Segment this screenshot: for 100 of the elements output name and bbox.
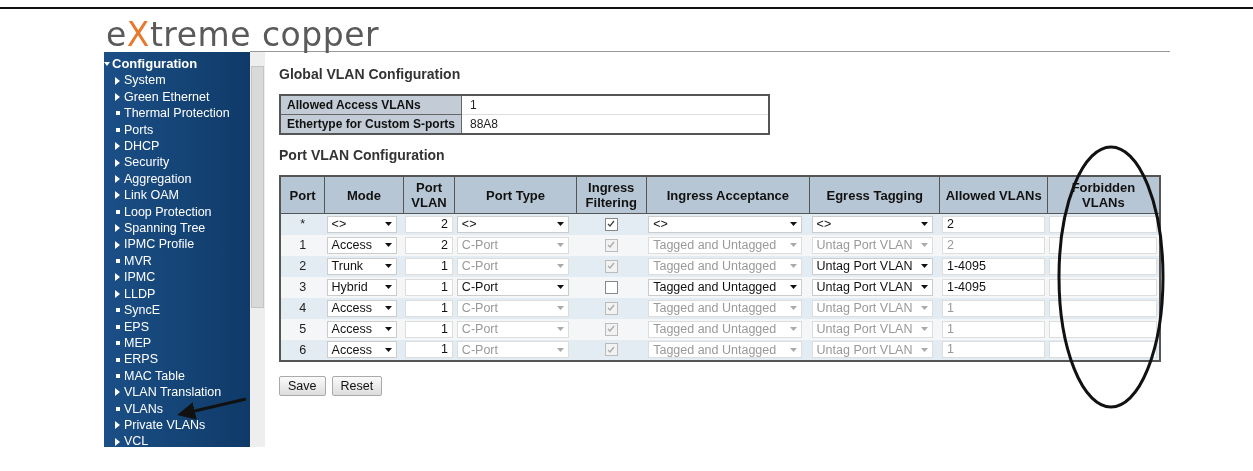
nav-item[interactable]: Loop Protection [104, 203, 250, 221]
caret-icon [790, 327, 798, 331]
caret-icon [790, 285, 798, 289]
nav-item[interactable]: MEP [104, 334, 250, 352]
egress-tagging-select[interactable]: Untag Port VLAN [811, 257, 933, 275]
bullet-icon [116, 357, 120, 362]
egress-tagging-select[interactable]: <> [811, 215, 933, 233]
port-type-select[interactable]: <> [456, 215, 569, 233]
logo-wordmark: eXtreme copper [106, 18, 380, 51]
port-vlan-field[interactable]: 1 [405, 278, 453, 296]
mode-select[interactable]: Access [326, 236, 397, 254]
forbidden-vlans-field[interactable] [1049, 257, 1157, 275]
nav-item[interactable]: DHCP [104, 138, 250, 155]
reset-button[interactable]: Reset [331, 375, 383, 396]
port-type-select[interactable]: C-Port [456, 278, 569, 296]
allowed-vlans-field[interactable]: 1-4095 [941, 278, 1046, 296]
forbidden-vlans-field[interactable] [1049, 341, 1157, 358]
column-header: Allowed VLANs [939, 176, 1048, 214]
bullet-icon [116, 127, 120, 132]
port-vlan-field[interactable]: 1 [405, 320, 453, 338]
nav-item[interactable]: SyncE [104, 302, 250, 319]
mode-select[interactable]: Access [326, 341, 397, 358]
port-vlan-field[interactable]: 1 [405, 341, 453, 358]
forbidden-vlans-field[interactable] [1049, 299, 1157, 317]
nav-item[interactable]: VCL [104, 433, 250, 447]
mode-select[interactable]: Access [326, 320, 397, 338]
nav-item[interactable]: Green Ethernet [104, 88, 250, 106]
port-number: * [299, 217, 307, 232]
ingress-filtering-checkbox[interactable] [604, 280, 618, 294]
bullet-icon [116, 209, 120, 214]
save-button[interactable]: Save [279, 375, 326, 396]
caret-icon [384, 285, 392, 289]
caret-icon [384, 347, 392, 352]
forbidden-vlans-field[interactable] [1049, 320, 1157, 338]
caret-icon [920, 222, 928, 227]
section-title: Global VLAN Configuration [279, 66, 462, 82]
nav-item[interactable]: VLANs [104, 400, 250, 417]
nav-item[interactable]: Link OAM [104, 187, 250, 204]
allowed-vlans-field[interactable]: 2 [941, 215, 1046, 233]
bullet-icon [116, 341, 120, 346]
caret-icon [920, 347, 928, 352]
nav-item[interactable]: VLAN Translation [104, 384, 250, 401]
caret-icon [790, 306, 798, 310]
triangle-icon [115, 388, 120, 397]
nav-item[interactable]: IPMC [104, 269, 250, 286]
forbidden-vlans-field[interactable] [1049, 278, 1157, 296]
ingress-filtering-checkbox[interactable] [604, 217, 618, 231]
nav-item[interactable]: EPS [104, 318, 250, 335]
nav-item[interactable]: MVR [104, 252, 250, 270]
mode-select[interactable]: <> [326, 215, 397, 233]
caret-icon [920, 306, 928, 310]
nav-item[interactable]: Private VLANs [104, 416, 250, 434]
caret-icon [384, 327, 392, 331]
port-number: 3 [298, 280, 308, 294]
mode-select[interactable]: Access [326, 299, 397, 317]
nav-item[interactable]: Security [104, 154, 250, 171]
bullet-icon [116, 373, 120, 378]
nav-item[interactable]: Spanning Tree [104, 220, 250, 237]
port-vlan-field[interactable]: 2 [405, 215, 453, 233]
ingress-acceptance-select[interactable]: Tagged and Untagged [648, 278, 803, 296]
nav-item[interactable]: LLDP [104, 285, 250, 303]
nav-item[interactable]: System [104, 72, 250, 89]
mode-select[interactable]: Hybrid [326, 278, 397, 296]
nav-item[interactable]: MAC Table [104, 367, 250, 385]
nav-item[interactable]: Ports [104, 121, 250, 139]
port-vlan-field[interactable]: 1 [405, 257, 453, 275]
bullet-icon [116, 308, 120, 313]
bullet-icon [116, 111, 120, 116]
forbidden-vlans-field[interactable] [1049, 236, 1157, 254]
mode-select[interactable]: Trunk [326, 257, 397, 275]
port-number: 4 [298, 301, 308, 315]
scrollbar[interactable] [250, 52, 265, 447]
caret-icon [384, 222, 392, 227]
column-header: Ingress Filtering [576, 176, 647, 214]
bullet-icon [116, 259, 120, 264]
caret-icon [920, 243, 928, 247]
allowed-vlans-field[interactable]: 1-4095 [941, 257, 1046, 275]
column-header: Port VLAN [403, 176, 455, 214]
nav-item[interactable]: IPMC Profile [104, 236, 250, 253]
nav-item[interactable]: Thermal Protection [104, 105, 250, 122]
field-label: Allowed Access VLANs [280, 95, 462, 115]
caret-icon [384, 243, 392, 247]
port-number: 1 [298, 238, 308, 252]
bullet-icon [116, 324, 120, 329]
caret-icon [920, 264, 928, 268]
port-vlan-field[interactable]: 2 [405, 236, 453, 254]
egress-tagging-select[interactable]: Untag Port VLAN [811, 278, 933, 296]
caret-icon [790, 347, 798, 352]
caret-icon [790, 264, 798, 268]
ingress-acceptance-select[interactable]: <> [648, 215, 803, 233]
nav-section-title[interactable]: Configuration [104, 56, 250, 73]
column-header: Ingress Acceptance [646, 176, 810, 214]
forbidden-vlans-field[interactable] [1049, 215, 1157, 233]
nav-item[interactable]: Aggregation [104, 170, 250, 188]
column-header: Port [280, 176, 325, 214]
column-header: Port Type [454, 176, 577, 214]
nav-item[interactable]: ERPS [104, 351, 250, 368]
port-vlan-field[interactable]: 1 [405, 299, 453, 317]
caret-icon [790, 243, 798, 247]
port-number: 6 [298, 342, 308, 357]
